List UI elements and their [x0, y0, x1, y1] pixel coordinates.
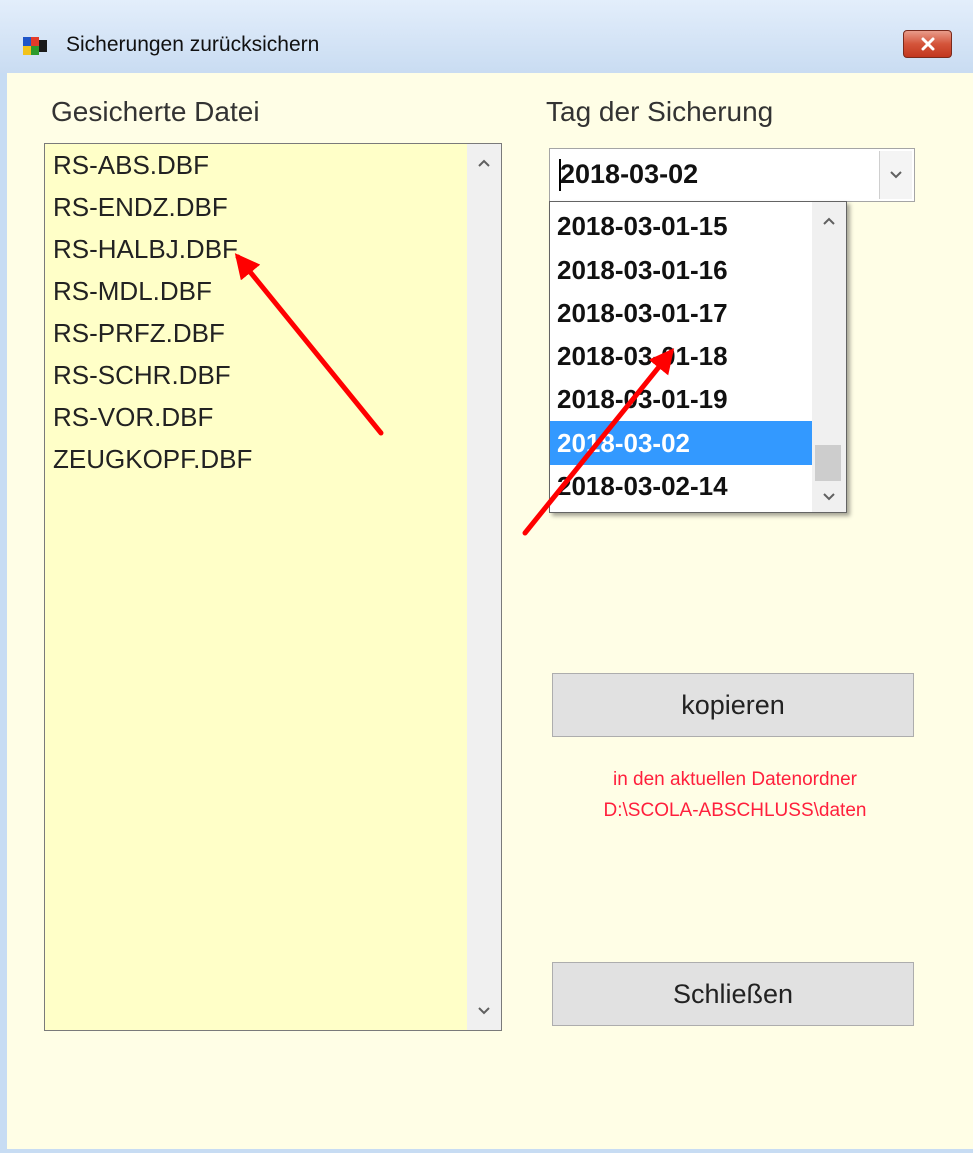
- close-window-button[interactable]: [903, 30, 952, 58]
- dropdown-option[interactable]: 2018-03-02-14: [550, 464, 812, 508]
- list-item[interactable]: RS-VOR.DBF: [53, 402, 213, 433]
- dropdown-option[interactable]: 2018-03-01-18: [550, 334, 812, 378]
- dropdown-option[interactable]: 2018-03-01-15: [550, 204, 812, 248]
- list-item[interactable]: ZEUGKOPF.DBF: [53, 444, 252, 475]
- backup-day-dropdown-list[interactable]: 2018-03-01-15 2018-03-01-16 2018-03-01-1…: [549, 201, 847, 513]
- combobox-value[interactable]: 2018-03-02: [560, 159, 698, 190]
- scrollbar-thumb[interactable]: [815, 445, 841, 481]
- title-bar[interactable]: Sicherungen zurücksichern: [0, 0, 973, 73]
- saved-files-listbox[interactable]: RS-ABS.DBF RS-ENDZ.DBF RS-HALBJ.DBF RS-M…: [44, 143, 502, 1031]
- list-item[interactable]: RS-ABS.DBF: [53, 150, 209, 181]
- list-item[interactable]: RS-ENDZ.DBF: [53, 192, 228, 223]
- close-icon: [921, 37, 934, 51]
- saved-file-label: Gesicherte Datei: [51, 96, 260, 127]
- dropdown-option[interactable]: 2018-03-01-16: [550, 248, 812, 292]
- list-item[interactable]: RS-HALBJ.DBF: [53, 234, 238, 265]
- copy-button[interactable]: kopieren: [552, 673, 914, 737]
- target-folder-note-line1: in den aktuellen Datenordner: [612, 769, 857, 790]
- dropdown-scrollbar[interactable]: [812, 202, 846, 512]
- listbox-scrollbar[interactable]: [467, 144, 501, 1030]
- dialog-window: Sicherungen zurücksichern Gesicherte Dat…: [0, 0, 973, 1153]
- target-folder-note-line2: D:\SCOLA-ABSCHLUSS\daten: [603, 800, 867, 821]
- scroll-down-icon[interactable]: [476, 1006, 492, 1016]
- window-title: Sicherungen zurücksichern: [66, 33, 320, 56]
- scroll-up-icon[interactable]: [476, 158, 492, 168]
- backup-day-combobox[interactable]: 2018-03-02: [549, 148, 915, 202]
- dropdown-option[interactable]: 2018-03-01-17: [550, 291, 812, 335]
- combobox-dropdown-button[interactable]: [879, 151, 912, 199]
- list-item[interactable]: RS-PRFZ.DBF: [53, 318, 225, 349]
- close-button[interactable]: Schließen: [552, 962, 914, 1026]
- app-icon: [23, 37, 47, 55]
- list-item[interactable]: RS-MDL.DBF: [53, 276, 212, 307]
- list-item[interactable]: RS-SCHR.DBF: [53, 360, 231, 391]
- backup-day-label: Tag der Sicherung: [546, 96, 774, 127]
- scroll-up-icon[interactable]: [821, 216, 837, 226]
- chevron-down-icon: [890, 171, 902, 179]
- dropdown-option[interactable]: 2018-03-01-19: [550, 377, 812, 421]
- scroll-down-icon[interactable]: [821, 492, 837, 502]
- dropdown-option-selected[interactable]: 2018-03-02: [550, 421, 812, 465]
